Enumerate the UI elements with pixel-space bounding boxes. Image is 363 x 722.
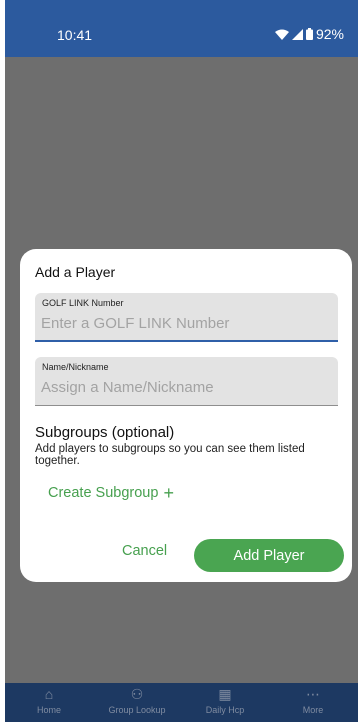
golf-link-label: GOLF LINK Number	[42, 298, 124, 308]
nav-label-group-lookup: Group Lookup	[108, 705, 166, 715]
subgroups-description: Add players to subgroups so you can see …	[35, 443, 305, 467]
status-time: 10:41	[57, 27, 93, 43]
signal-icon	[291, 28, 303, 40]
nickname-label: Name/Nickname	[42, 362, 109, 372]
dialog-title: Add a Player	[35, 264, 116, 280]
create-subgroup-button[interactable]: Create Subgroup +	[48, 483, 174, 503]
status-bar: 10:41 92%	[5, 0, 358, 57]
wifi-icon	[274, 29, 289, 40]
group-icon: ⚇	[130, 686, 144, 702]
plus-icon: +	[163, 483, 174, 503]
create-subgroup-label: Create Subgroup	[48, 485, 159, 501]
status-icons: 92%	[274, 26, 344, 42]
nickname-input[interactable]	[41, 377, 331, 397]
nav-label-daily-hcp: Daily Hcp	[205, 705, 245, 715]
nav-item-more[interactable]: ⋯ More	[269, 687, 357, 715]
cancel-button[interactable]: Cancel	[122, 543, 167, 559]
subgroups-heading: Subgroups (optional)	[35, 424, 175, 441]
calculator-icon: ▦	[218, 686, 232, 702]
golf-link-field[interactable]: GOLF LINK Number	[35, 293, 338, 342]
nickname-field[interactable]: Name/Nickname	[35, 357, 338, 406]
add-player-dialog: Add a Player GOLF LINK Number Name/Nickn…	[20, 249, 352, 582]
more-icon: ⋯	[306, 686, 320, 702]
battery-percent: 92%	[315, 26, 344, 42]
home-icon: ⌂	[44, 686, 54, 702]
add-player-button[interactable]: Add Player	[194, 539, 344, 572]
nav-label-home: Home	[36, 705, 61, 715]
nav-item-group-lookup[interactable]: ⚇ Group Lookup	[93, 687, 181, 715]
battery-icon	[305, 28, 313, 40]
nav-item-home[interactable]: ⌂ Home	[5, 687, 93, 715]
golf-link-input[interactable]	[41, 313, 331, 333]
bottom-nav: ⌂ Home ⚇ Group Lookup ▦ Daily Hcp ⋯ More	[5, 683, 358, 722]
nav-label-more: More	[302, 705, 324, 715]
nav-item-daily-hcp[interactable]: ▦ Daily Hcp	[181, 687, 269, 715]
